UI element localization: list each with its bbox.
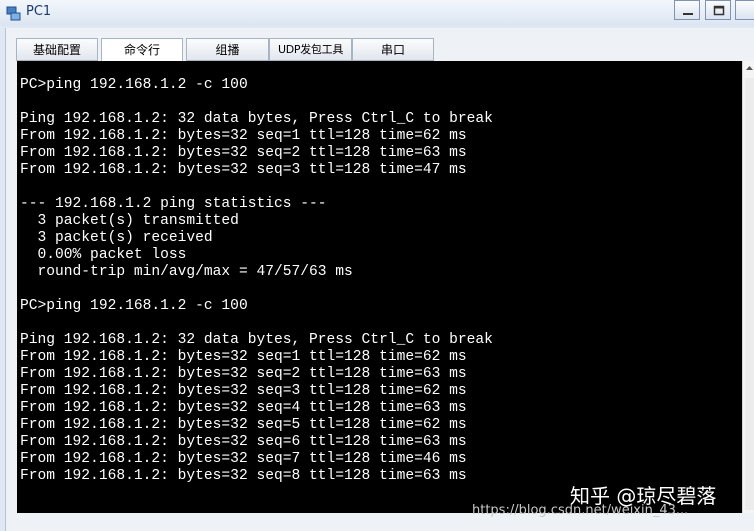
- terminal-line: --- 192.168.1.2 ping statistics ---: [20, 196, 327, 212]
- tab-basic-config[interactable]: 基础配置: [16, 38, 98, 61]
- terminal-line: From 192.168.1.2: bytes=32 seq=3 ttl=128…: [20, 383, 467, 399]
- terminal-line: Ping 192.168.1.2: 32 data bytes, Press C…: [20, 111, 493, 127]
- terminal-line: 3 packet(s) received: [37, 230, 213, 246]
- maximize-icon: [713, 5, 725, 16]
- scroll-up-arrow-icon[interactable]: [745, 64, 754, 73]
- terminal-line: 3 packet(s) transmitted: [37, 213, 239, 229]
- scroll-track[interactable]: [745, 78, 754, 510]
- watermark-url: https://blog.csdn.net/weixin_43...: [472, 503, 689, 518]
- terminal-line: From 192.168.1.2: bytes=32 seq=5 ttl=128…: [20, 417, 467, 433]
- terminal-line: From 192.168.1.2: bytes=32 seq=3 ttl=128…: [20, 162, 467, 178]
- terminal-line: From 192.168.1.2: bytes=32 seq=8 ttl=128…: [20, 468, 467, 484]
- tab-multicast[interactable]: 组播: [186, 38, 269, 61]
- terminal-line: From 192.168.1.2: bytes=32 seq=1 ttl=128…: [20, 128, 467, 144]
- terminal-line: PC>ping 192.168.1.2 -c 100: [20, 77, 248, 93]
- window-body: 基础配置 命令行 组播 UDP发包工具 串口 PC>ping 192.168.1…: [5, 28, 754, 531]
- close-button[interactable]: [735, 0, 754, 20]
- maximize-button[interactable]: [705, 0, 731, 20]
- terminal-line: From 192.168.1.2: bytes=32 seq=6 ttl=128…: [20, 434, 467, 450]
- terminal-line: From 192.168.1.2: bytes=32 seq=2 ttl=128…: [20, 145, 467, 161]
- terminal-line: 0.00% packet loss: [37, 247, 187, 263]
- terminal-line: From 192.168.1.2: bytes=32 seq=1 ttl=128…: [20, 349, 467, 365]
- tab-udp-tool[interactable]: UDP发包工具: [269, 38, 352, 61]
- vertical-scrollbar[interactable]: [742, 61, 754, 513]
- terminal-console[interactable]: PC>ping 192.168.1.2 -c 100 Ping 192.168.…: [17, 61, 742, 513]
- terminal-line: Ping 192.168.1.2: 32 data bytes, Press C…: [20, 332, 493, 348]
- terminal-line: From 192.168.1.2: bytes=32 seq=7 ttl=128…: [20, 451, 467, 467]
- minimize-button[interactable]: [674, 0, 700, 20]
- tab-command-line[interactable]: 命令行: [101, 38, 183, 62]
- tab-serial-port[interactable]: 串口: [352, 38, 434, 61]
- title-bar: PC1: [0, 0, 754, 26]
- terminal-output: PC>ping 192.168.1.2 -c 100 Ping 192.168.…: [20, 77, 493, 485]
- terminal-line: From 192.168.1.2: bytes=32 seq=4 ttl=128…: [20, 400, 467, 416]
- app-icon: [6, 6, 21, 21]
- terminal-line: PC>ping 192.168.1.2 -c 100: [20, 298, 248, 314]
- minimize-icon: [683, 13, 693, 15]
- window-title: PC1: [26, 4, 52, 19]
- terminal-line: round-trip min/avg/max = 47/57/63 ms: [37, 264, 353, 280]
- terminal-line: From 192.168.1.2: bytes=32 seq=2 ttl=128…: [20, 366, 467, 382]
